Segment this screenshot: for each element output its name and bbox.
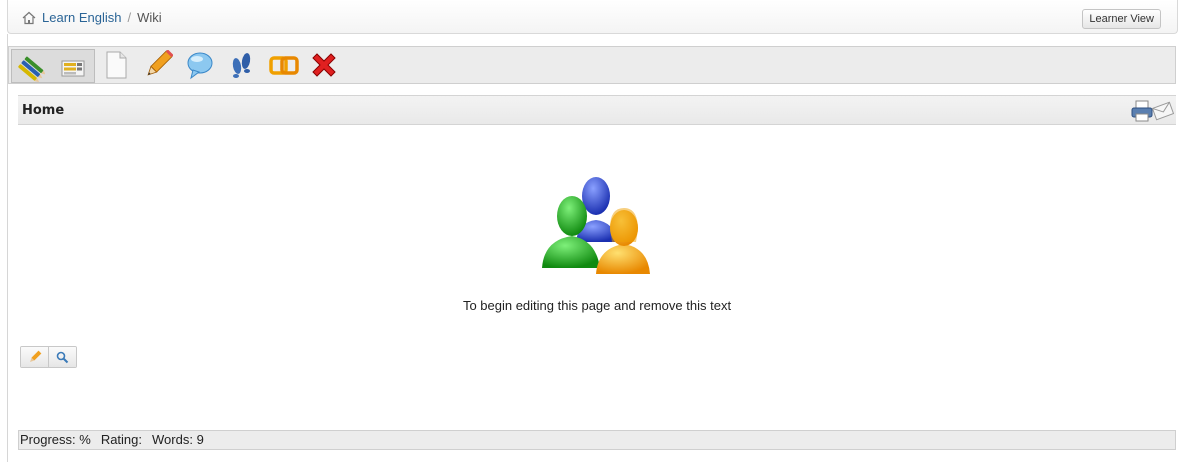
breadcrumb-link-learn-english[interactable]: Learn English: [42, 10, 122, 25]
toolbar-group-navigation: [11, 49, 95, 83]
discuss-bubble-icon[interactable]: [185, 50, 215, 80]
search-button[interactable]: [48, 347, 76, 367]
delete-icon[interactable]: [309, 50, 339, 80]
rating-status: Rating:: [100, 432, 143, 447]
learner-view-button[interactable]: Learner View: [1082, 9, 1161, 29]
edit-button[interactable]: [21, 347, 48, 367]
page-title-bar: Home: [18, 95, 1176, 125]
list-pages-icon[interactable]: [58, 53, 88, 83]
mail-icon[interactable]: [1152, 100, 1174, 122]
print-icon[interactable]: [1130, 100, 1154, 122]
breadcrumb: Learn English / Wiki: [22, 10, 162, 25]
breadcrumb-current-wiki: Wiki: [137, 10, 162, 25]
link-icon[interactable]: [269, 50, 299, 80]
breadcrumb-separator: /: [127, 10, 132, 25]
home-icon[interactable]: [22, 11, 36, 25]
search-icon: [56, 351, 69, 363]
left-divider: [7, 34, 8, 462]
new-page-icon[interactable]: [101, 50, 131, 80]
progress-status: Progress: %: [20, 432, 91, 447]
footprints-history-icon[interactable]: [227, 50, 257, 80]
edit-search-buttons: [20, 346, 77, 368]
wiki-home-icon[interactable]: [15, 53, 45, 83]
wiki-toolbar: [8, 46, 1176, 84]
status-bar: Progress: % Rating: Words: 9: [18, 430, 1176, 450]
breadcrumb-bar: Learn English / Wiki Learner View: [7, 0, 1178, 34]
pencil-icon: [29, 350, 41, 362]
intro-text: To begin editing this page and remove th…: [462, 298, 732, 313]
edit-pencil-icon[interactable]: [143, 50, 173, 80]
page-title: Home: [22, 103, 65, 118]
word-count-status: Words: 9: [152, 432, 204, 447]
users-group-icon: [542, 177, 650, 274]
